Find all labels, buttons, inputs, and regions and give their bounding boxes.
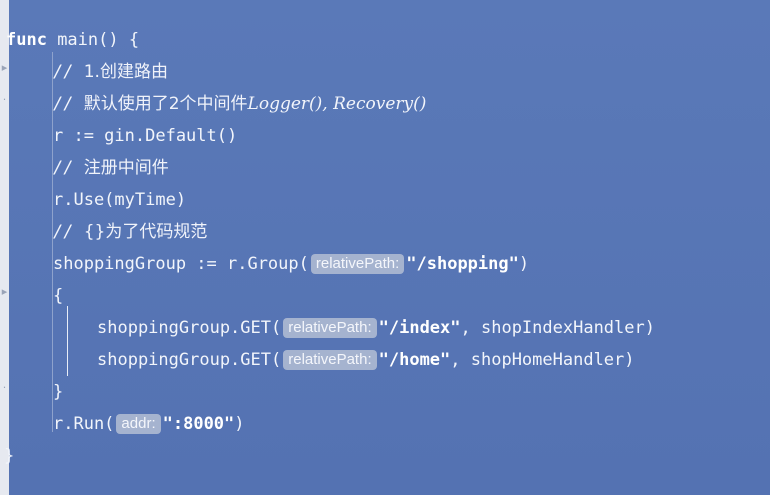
comment-marker: // bbox=[53, 158, 84, 178]
statement-text: r.Use(myTime) bbox=[53, 190, 187, 210]
parameter-hint: relativePath: bbox=[283, 350, 377, 370]
statement-text: ) bbox=[518, 254, 530, 274]
code-line-run[interactable]: r.Run(addr: ":8000") bbox=[53, 410, 245, 438]
statement-text: r := gin.Default() bbox=[53, 126, 238, 146]
func-signature: main() { bbox=[46, 30, 140, 50]
fold-marker-icon: ▸ bbox=[1, 285, 8, 298]
comment-text: 默认使用了2个中间件 bbox=[83, 94, 248, 114]
close-brace: } bbox=[4, 446, 15, 466]
comment-text: 注册中间件 bbox=[83, 158, 169, 178]
string-literal: "/index" bbox=[378, 318, 461, 338]
comment-marker: // bbox=[53, 62, 84, 82]
statement-text: r.Run( bbox=[53, 414, 115, 434]
code-line-route[interactable]: shoppingGroup.GET(relativePath: "/home", … bbox=[97, 346, 635, 374]
statement-text: , shopHomeHandler) bbox=[450, 350, 635, 370]
parameter-hint: relativePath: bbox=[283, 318, 377, 338]
brace-guide bbox=[67, 306, 68, 376]
code-line-comment[interactable]: // 注册中间件 bbox=[53, 154, 169, 182]
string-literal: "/home" bbox=[378, 350, 451, 370]
comment-text: {}为了代码规范 bbox=[83, 222, 208, 242]
code-line-brace[interactable]: { bbox=[53, 282, 63, 310]
code-editor[interactable]: ▸ · ▸ · func main() { // 1.创建路由 // 默认使用了… bbox=[0, 0, 770, 495]
line-gutter bbox=[0, 0, 9, 495]
fold-marker-icon: · bbox=[2, 93, 7, 106]
statement-text: shoppingGroup := r.Group( bbox=[53, 254, 309, 274]
comment-text: 1.创建路由 bbox=[83, 62, 168, 82]
fold-marker-icon: ▸ bbox=[1, 61, 8, 74]
code-line-brace[interactable]: } bbox=[4, 442, 14, 470]
statement-text: shoppingGroup.GET( bbox=[97, 318, 282, 338]
statement-text: ) bbox=[234, 414, 245, 434]
code-line-comment[interactable]: // 默认使用了2个中间件Logger(), Recovery() bbox=[53, 90, 426, 118]
code-line-statement[interactable]: r := gin.Default() bbox=[53, 122, 237, 150]
close-brace: } bbox=[53, 382, 64, 402]
statement-text: , shopIndexHandler) bbox=[460, 318, 655, 338]
code-line-statement[interactable]: r.Use(myTime) bbox=[53, 186, 186, 214]
code-line-brace[interactable]: } bbox=[53, 378, 63, 406]
fold-marker-icon: · bbox=[2, 381, 7, 394]
parameter-hint: addr: bbox=[116, 414, 161, 434]
keyword-func: func bbox=[6, 30, 47, 50]
string-literal: "/shopping" bbox=[406, 254, 519, 274]
code-line-comment[interactable]: // {}为了代码规范 bbox=[53, 218, 207, 246]
code-line-group[interactable]: shoppingGroup := r.Group(relativePath: "/… bbox=[53, 250, 529, 278]
code-line-route[interactable]: shoppingGroup.GET(relativePath: "/index",… bbox=[97, 314, 655, 342]
parameter-hint: relativePath: bbox=[310, 254, 405, 274]
string-literal: ":8000" bbox=[162, 414, 235, 434]
code-line-comment[interactable]: // 1.创建路由 bbox=[53, 58, 168, 86]
comment-italic-text: Logger(), Recovery() bbox=[247, 94, 427, 114]
comment-marker: // bbox=[53, 94, 84, 114]
comment-marker: // bbox=[53, 222, 84, 242]
open-brace: { bbox=[53, 286, 64, 306]
code-line-func[interactable]: func main() { bbox=[6, 26, 139, 54]
statement-text: shoppingGroup.GET( bbox=[97, 350, 282, 370]
